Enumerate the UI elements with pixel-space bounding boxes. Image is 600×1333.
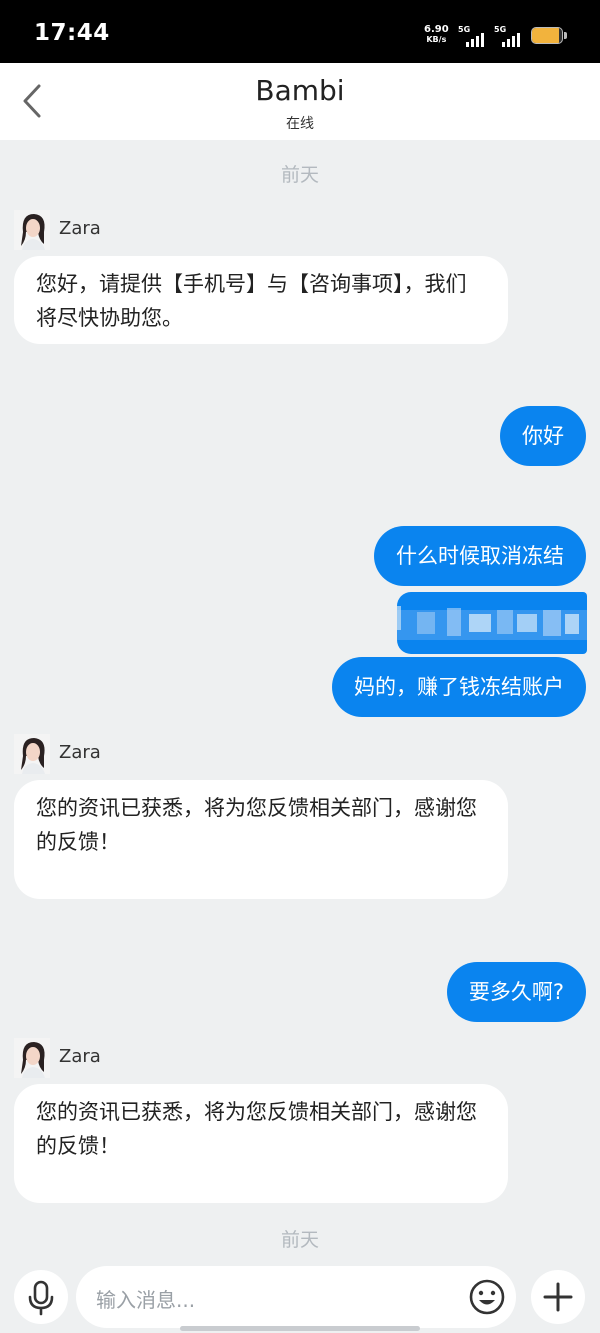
timestamp: 前天 [280, 164, 319, 186]
outgoing-message: 要多久啊? [446, 962, 586, 1022]
agent-name: Zara [59, 742, 101, 763]
outgoing-message: 什么时候取消冻结 [374, 526, 586, 586]
emoji-button[interactable] [468, 1278, 506, 1316]
message-list[interactable]: 前天 Zara 您好，请提供【手机号】与【咨询事项】，我们将尽快协助您。 你好 … [0, 140, 600, 1262]
signal-icon-sim1: 5G [458, 25, 492, 47]
voice-button[interactable] [14, 1270, 68, 1324]
agent-header: Zara [14, 734, 214, 774]
chat-header: Bambi 在线 [0, 63, 600, 140]
battery-icon [531, 27, 563, 44]
agent-header: Zara [14, 210, 214, 250]
incoming-message: 您好，请提供【手机号】与【咨询事项】，我们将尽快协助您。 [14, 256, 508, 344]
incoming-message: 您的资讯已获悉，将为您反馈相关部门，感谢您的反馈！ [14, 1084, 508, 1203]
battery-tip [564, 32, 567, 39]
agent-avatar [14, 734, 50, 774]
plus-icon [543, 1282, 573, 1312]
network-speed-value: 6.90 [424, 24, 449, 35]
status-time: 17:44 [34, 20, 110, 46]
contact-name: Bambi [255, 74, 345, 107]
message-input-placeholder: 输入消息... [96, 1288, 196, 1312]
agent-name: Zara [59, 1046, 101, 1067]
microphone-icon [28, 1280, 54, 1316]
message-input[interactable]: 输入消息... [76, 1266, 516, 1328]
signal-icon-sim2: 5G [494, 25, 528, 47]
home-indicator[interactable] [180, 1326, 420, 1331]
network-speed-unit: KB/s [426, 35, 447, 44]
battery-level [532, 28, 559, 43]
redacted-message [397, 592, 587, 654]
timestamp: 前天 [280, 1229, 319, 1251]
input-bar: 输入消息... [0, 1262, 600, 1333]
smiley-icon [469, 1279, 505, 1315]
outgoing-message: 你好 [500, 406, 586, 466]
incoming-message: 您的资讯已获悉，将为您反馈相关部门，感谢您的反馈！ [14, 780, 508, 899]
agent-header: Zara [14, 1038, 214, 1078]
agent-avatar [14, 1038, 50, 1078]
add-button[interactable] [531, 1270, 585, 1324]
status-bar: 17:44 6.90 KB/s 5G 5G [0, 0, 600, 63]
network-speed: 6.90 KB/s [424, 25, 449, 45]
outgoing-message: 妈的，赚了钱冻结账户 [332, 657, 586, 717]
agent-avatar [14, 210, 50, 250]
agent-name: Zara [59, 218, 101, 239]
online-status: 在线 [286, 116, 314, 132]
